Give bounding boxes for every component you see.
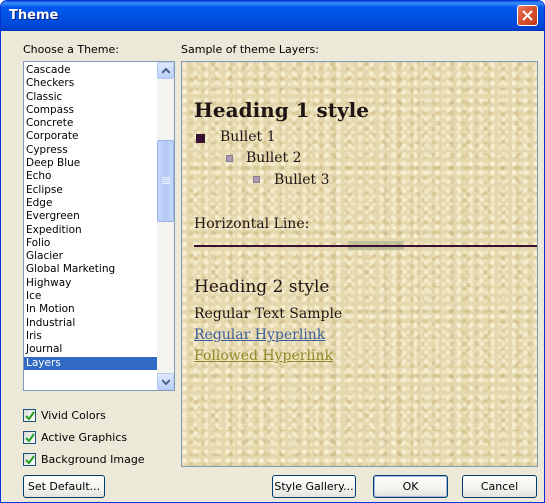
theme-list-item[interactable]: Layers: [24, 356, 157, 370]
preview-followed-hyperlink: Followed Hyperlink: [194, 348, 333, 364]
theme-list-item[interactable]: Folio: [24, 237, 157, 250]
scroll-thumb[interactable]: [157, 140, 174, 222]
bullet-1-marker: [196, 134, 205, 143]
preview-bullet-3: Bullet 3: [274, 172, 330, 188]
grip-line: [162, 183, 170, 184]
grip-line: [162, 179, 170, 180]
theme-list-item[interactable]: Checkers: [24, 77, 157, 90]
theme-list-item[interactable]: Glacier: [24, 250, 157, 263]
cancel-button[interactable]: Cancel: [462, 475, 537, 498]
theme-list-item[interactable]: Iris: [24, 330, 157, 343]
window-title: Theme: [9, 8, 59, 23]
preview-heading-2: Heading 2 style: [194, 277, 330, 297]
theme-list-item[interactable]: Highway: [24, 277, 157, 290]
style-gallery-button[interactable]: Style Gallery...: [272, 475, 356, 498]
theme-list: Cascade Checkers Classic Compass Concrete Cor…: [24, 64, 157, 370]
theme-list-item[interactable]: Concrete: [24, 117, 157, 130]
theme-dialog: Theme Choose a Theme: Sample of theme La…: [0, 0, 545, 503]
theme-list-item[interactable]: Edge: [24, 197, 157, 210]
checkbox-box[interactable]: [23, 431, 36, 444]
checkbox-box[interactable]: [23, 453, 36, 466]
bullet-2-marker: [226, 155, 233, 162]
theme-list-item[interactable]: Ice: [24, 290, 157, 303]
theme-list-item[interactable]: Journal: [24, 343, 157, 356]
checkmark-icon: [25, 455, 35, 465]
theme-list-item[interactable]: Deep Blue: [24, 157, 157, 170]
theme-list-item[interactable]: Corporate: [24, 130, 157, 143]
title-bar[interactable]: Theme: [1, 1, 544, 31]
bullet-3-marker: [253, 176, 260, 183]
preview-bullet-1: Bullet 1: [220, 129, 276, 145]
checkbox-box[interactable]: [23, 409, 36, 422]
ok-button[interactable]: OK: [373, 475, 448, 498]
checkmark-icon: [25, 433, 35, 443]
grip-line: [162, 177, 170, 178]
preview-hr-label: Horizontal Line:: [194, 216, 310, 232]
theme-list-item[interactable]: Echo: [24, 170, 157, 183]
theme-list-scrollbar[interactable]: [157, 62, 174, 390]
background-image-label: Background Image: [41, 453, 145, 466]
theme-list-label: Choose a Theme:: [23, 43, 119, 56]
set-default-button[interactable]: Set Default...: [23, 475, 105, 498]
preview-heading-1: Heading 1 style: [194, 98, 369, 122]
theme-list-item[interactable]: Global Marketing: [24, 263, 157, 276]
chevron-up-icon: [162, 68, 170, 74]
active-graphics-label: Active Graphics: [41, 431, 128, 444]
grip-line: [162, 181, 170, 182]
scroll-up-button[interactable]: [157, 62, 174, 79]
theme-listbox[interactable]: Cascade Checkers Classic Compass Concrete Cor…: [23, 61, 175, 391]
preview-horizontal-line: [194, 245, 537, 247]
scroll-down-button[interactable]: [157, 373, 174, 390]
preview-hyperlink: Regular Hyperlink: [194, 327, 326, 343]
theme-list-item[interactable]: Evergreen: [24, 210, 157, 223]
theme-list-item[interactable]: Eclipse: [24, 184, 157, 197]
theme-list-item[interactable]: Industrial: [24, 317, 157, 330]
theme-list-item[interactable]: Expedition: [24, 224, 157, 237]
theme-preview: Heading 1 style Bullet 1 Bullet 2 Bullet…: [181, 61, 538, 467]
vivid-colors-label: Vivid Colors: [41, 409, 106, 422]
preview-regular-text: Regular Text Sample: [194, 306, 343, 322]
close-icon: [522, 10, 533, 21]
theme-list-item[interactable]: Cascade: [24, 64, 157, 77]
preview-bullet-2: Bullet 2: [246, 150, 302, 166]
preview-label: Sample of theme Layers:: [181, 43, 319, 56]
theme-list-item[interactable]: Cypress: [24, 144, 157, 157]
checkmark-icon: [25, 411, 35, 421]
chevron-down-icon: [162, 379, 170, 385]
close-button[interactable]: [517, 5, 538, 26]
theme-list-item[interactable]: In Motion: [24, 303, 157, 316]
theme-list-item[interactable]: Classic: [24, 91, 157, 104]
theme-list-item[interactable]: Compass: [24, 104, 157, 117]
